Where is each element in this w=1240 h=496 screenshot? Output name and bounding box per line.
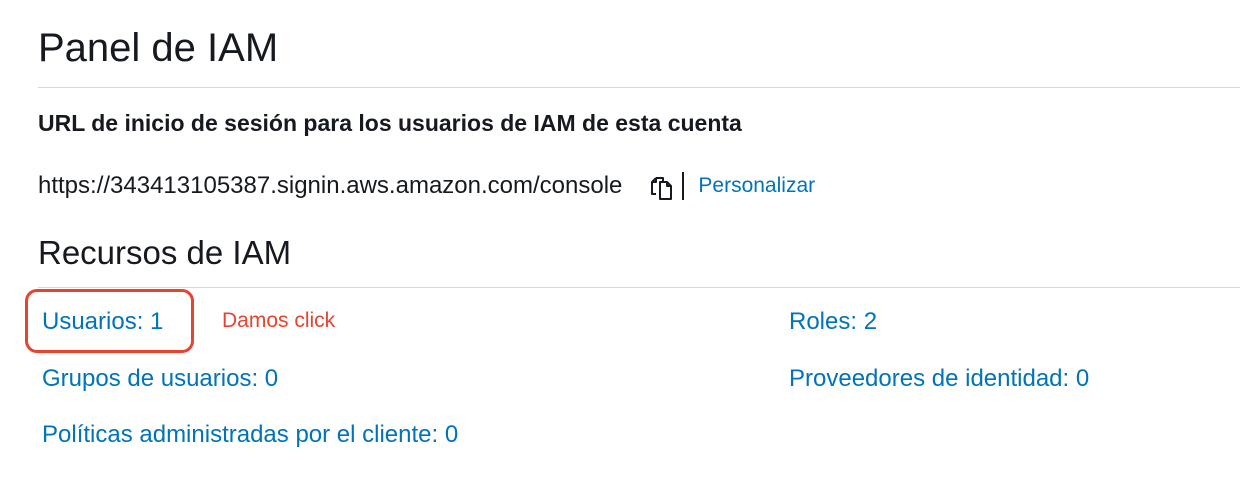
title-divider	[38, 87, 1240, 88]
annotation-label: Damos click	[222, 309, 336, 332]
page-title: Panel de IAM	[38, 26, 279, 70]
customer-managed-policies-link[interactable]: Políticas administradas por el cliente: …	[42, 421, 458, 449]
roles-link[interactable]: Roles: 2	[789, 308, 877, 336]
signin-url: https://343413105387.signin.aws.amazon.c…	[38, 172, 623, 199]
signin-url-row: https://343413105387.signin.aws.amazon.c…	[38, 168, 815, 204]
users-link[interactable]: Usuarios: 1	[42, 308, 163, 336]
customize-link[interactable]: Personalizar	[698, 174, 815, 198]
resources-heading: Recursos de IAM	[38, 234, 292, 271]
signin-url-heading: URL de inicio de sesión para los usuario…	[38, 110, 742, 136]
identity-providers-link[interactable]: Proveedores de identidad: 0	[789, 365, 1089, 393]
user-groups-link[interactable]: Grupos de usuarios: 0	[42, 365, 278, 393]
copy-icon[interactable]	[642, 169, 676, 203]
resources-divider	[38, 287, 1240, 288]
iam-dashboard: Panel de IAM URL de inicio de sesión par…	[0, 0, 1240, 496]
link-separator	[682, 172, 685, 200]
